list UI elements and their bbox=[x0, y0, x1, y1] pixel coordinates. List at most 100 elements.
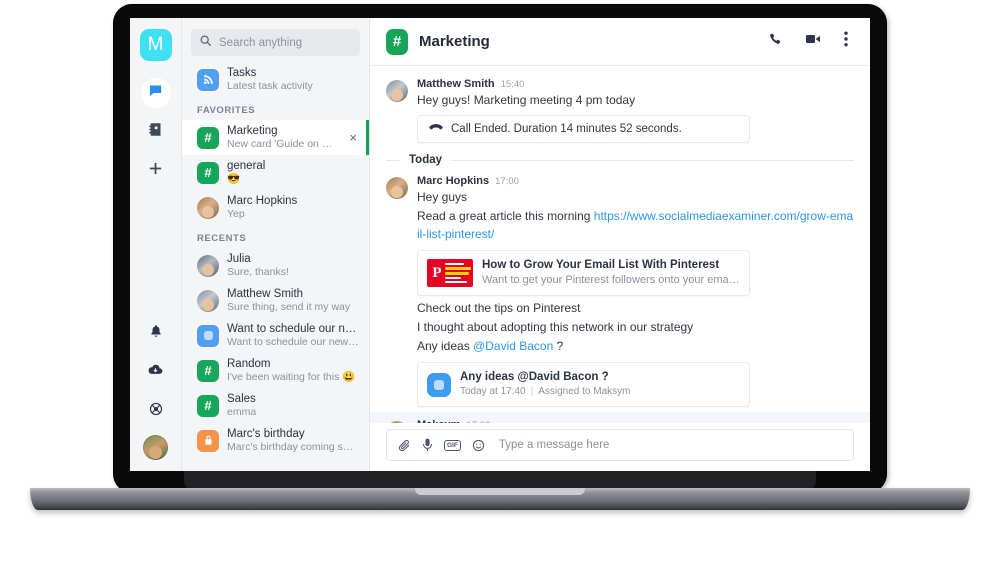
rail-item-notifications[interactable] bbox=[141, 318, 171, 348]
video-call-button[interactable] bbox=[799, 32, 827, 51]
hash-icon: # bbox=[197, 394, 219, 417]
channel-title: Sales bbox=[227, 393, 256, 405]
gif-icon[interactable]: GIF bbox=[444, 439, 461, 451]
sidebar-item-julia[interactable]: Julia Sure, thanks! bbox=[182, 248, 369, 283]
channel-title: Random bbox=[227, 358, 271, 370]
channel-preview: New card 'Guide on website o… bbox=[227, 138, 337, 150]
sidebar-item-marketing[interactable]: # Marketing New card 'Guide on website o… bbox=[182, 120, 369, 155]
app-logo-letter: M bbox=[147, 34, 164, 55]
sidebar-item-tasks[interactable]: Tasks Latest task activity bbox=[182, 62, 369, 97]
laptop-mockup: M Search anything Tasks Latest task acti… bbox=[114, 5, 886, 492]
message-item: Maksym 17:02 Hm..we've already discussed… bbox=[370, 412, 870, 423]
message-text: Hey guys! Marketing meeting 4 pm today bbox=[417, 93, 636, 107]
avatar bbox=[197, 254, 219, 277]
bell-icon bbox=[149, 324, 163, 343]
channel-title: Julia bbox=[227, 253, 251, 265]
avatar[interactable] bbox=[386, 80, 408, 102]
attachment-icon[interactable] bbox=[398, 439, 411, 452]
page-title: Marketing bbox=[419, 33, 490, 50]
more-options-icon bbox=[844, 31, 848, 52]
newsletter-task-text: Want to schedule our newsl… Want to sche… bbox=[227, 322, 359, 349]
sidebar-item-random[interactable]: # Random I've been waiting for this 😃 bbox=[182, 353, 369, 388]
mention-david-bacon[interactable]: @David Bacon bbox=[473, 339, 553, 353]
day-label: Today bbox=[409, 154, 443, 166]
random-text: Random I've been waiting for this 😃 bbox=[227, 357, 359, 384]
avatar[interactable] bbox=[386, 177, 408, 199]
sidebar-item-general[interactable]: # general 😎 bbox=[182, 155, 369, 190]
channel-preview: 😎 bbox=[227, 173, 241, 185]
chat-bubble-icon bbox=[148, 83, 163, 103]
search-icon bbox=[199, 34, 212, 52]
message-text: I thought about adopting this network in… bbox=[417, 320, 694, 334]
sidebar-item-newsletter-task[interactable]: Want to schedule our newsl… Want to sche… bbox=[182, 318, 369, 353]
rail-item-create[interactable] bbox=[141, 156, 171, 186]
channel-preview: Yep bbox=[227, 208, 245, 220]
message-list[interactable]: Matthew Smith 15:40 Hey guys! Marketing … bbox=[370, 66, 870, 423]
mention-line-prefix: Any ideas bbox=[417, 339, 474, 353]
phone-call-icon bbox=[768, 32, 782, 51]
laptop-base-notch bbox=[415, 488, 585, 495]
channel-preview: Sure thing, send it my way bbox=[227, 301, 351, 313]
message-composer[interactable]: GIF bbox=[386, 429, 854, 461]
divider-line-left bbox=[386, 159, 400, 161]
current-user-avatar[interactable] bbox=[143, 435, 168, 460]
tasks-text: Tasks Latest task activity bbox=[227, 66, 359, 93]
hash-icon: # bbox=[386, 28, 408, 55]
task-card-title: Any ideas @David Bacon ? bbox=[460, 371, 609, 383]
task-card[interactable]: Any ideas @David Bacon ? Today at 17:40 … bbox=[417, 362, 750, 407]
rail-item-contacts[interactable] bbox=[141, 117, 171, 147]
link-preview-card[interactable]: P How to Grow Your Email List With Pinte… bbox=[417, 250, 750, 296]
search-input[interactable] bbox=[219, 36, 352, 49]
recents-label: RECENTS bbox=[197, 233, 247, 244]
message-author: Marc Hopkins bbox=[417, 175, 490, 187]
message-body: Matthew Smith 15:40 Hey guys! Marketing … bbox=[417, 78, 854, 145]
message-input[interactable] bbox=[498, 439, 842, 451]
message-item: Marc Hopkins 17:00 Hey guys Read a great… bbox=[370, 169, 870, 412]
message-author: Matthew Smith bbox=[417, 78, 495, 90]
emoji-icon[interactable] bbox=[472, 439, 485, 452]
task-card-meta: Today at 17:40 | Assigned to Maksym bbox=[460, 385, 630, 399]
call-event-bubble: Call Ended. Duration 14 minutes 52 secon… bbox=[417, 115, 750, 143]
rail-item-downloads[interactable] bbox=[141, 357, 171, 387]
pinterest-logo-icon: P bbox=[432, 265, 442, 281]
link-line-prefix: Read a great article this morning bbox=[417, 209, 594, 223]
message-text: Hey guys bbox=[417, 190, 468, 204]
phone-hangup-icon bbox=[429, 123, 443, 135]
pinterest-article-thumbnail: P bbox=[427, 259, 473, 287]
message-time: 17:00 bbox=[495, 176, 519, 187]
task-square-icon bbox=[427, 372, 451, 397]
sidebar-item-marcs-birthday[interactable]: Marc's birthday Marc's birthday coming s… bbox=[182, 423, 369, 458]
close-icon[interactable]: × bbox=[345, 131, 359, 144]
video-camera-icon bbox=[805, 32, 821, 51]
hash-icon: # bbox=[197, 359, 219, 382]
microphone-icon[interactable] bbox=[422, 438, 433, 452]
message-text: Check out the tips on Pinterest bbox=[417, 301, 581, 315]
task-card-date: Today at 17:40 bbox=[460, 386, 526, 397]
day-divider: Today bbox=[370, 147, 870, 169]
avatar bbox=[197, 289, 219, 312]
app-logo[interactable]: M bbox=[139, 29, 172, 61]
julia-text: Julia Sure, thanks! bbox=[227, 252, 359, 279]
channel-sidebar: Tasks Latest task activity FAVORITES # M… bbox=[182, 18, 370, 471]
message-body: Marc Hopkins 17:00 Hey guys Read a great… bbox=[417, 175, 854, 410]
phone-call-button[interactable] bbox=[762, 32, 788, 51]
more-options-button[interactable] bbox=[838, 31, 854, 52]
rail-item-chat[interactable] bbox=[140, 78, 171, 108]
sidebar-item-marc-hopkins[interactable]: Marc Hopkins Yep bbox=[182, 190, 369, 225]
channel-title: Marc Hopkins bbox=[227, 195, 298, 207]
search-box[interactable] bbox=[191, 29, 360, 56]
channel-preview: Want to schedule our newslet… bbox=[227, 336, 359, 348]
thumbnail-text-lines bbox=[445, 263, 471, 285]
sidebar-item-matthew-smith[interactable]: Matthew Smith Sure thing, send it my way bbox=[182, 283, 369, 318]
sidebar-item-sales[interactable]: # Sales emma bbox=[182, 388, 369, 423]
task-square-icon bbox=[197, 324, 219, 347]
cloud-download-icon bbox=[148, 362, 163, 382]
marketing-text: Marketing New card 'Guide on website o… bbox=[227, 124, 337, 151]
message-item: Matthew Smith 15:40 Hey guys! Marketing … bbox=[370, 72, 870, 147]
rail-item-help[interactable] bbox=[141, 396, 171, 426]
channel-title: Want to schedule our newsl… bbox=[227, 323, 359, 335]
link-preview-body: How to Grow Your Email List With Pintere… bbox=[482, 258, 740, 288]
plus-icon bbox=[148, 161, 163, 181]
hash-icon: # bbox=[197, 126, 219, 149]
mention-line-suffix: ? bbox=[553, 339, 564, 353]
